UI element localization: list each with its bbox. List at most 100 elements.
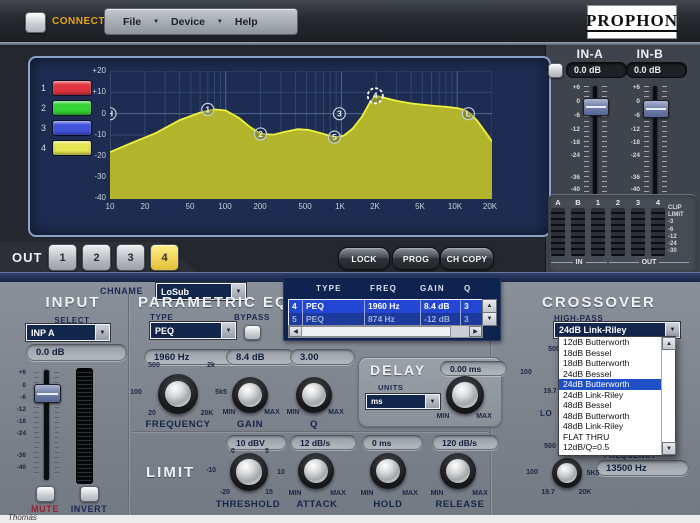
- fader-tick: -36: [2, 452, 26, 459]
- list-item[interactable]: 24dB Bessel: [559, 369, 662, 380]
- tab-out-3[interactable]: 3: [116, 244, 145, 271]
- invert-button[interactable]: [80, 486, 99, 502]
- lock-button[interactable]: LOCK: [338, 247, 390, 270]
- table-hscroll-thumb[interactable]: [301, 326, 451, 337]
- knob-scale: MAX: [326, 490, 350, 497]
- limit-threshold-knob[interactable]: [230, 453, 268, 491]
- in-a-fader-handle[interactable]: [583, 98, 609, 116]
- list-item[interactable]: 18dB Butterworth: [559, 358, 662, 369]
- connect-button[interactable]: [25, 12, 46, 33]
- list-item[interactable]: 12dB/Q=0.5: [559, 442, 662, 453]
- watermark-text: Thomas: [8, 513, 37, 522]
- table-scroll-down-icon[interactable]: ▼: [482, 312, 497, 326]
- prog-button[interactable]: PROG: [392, 247, 440, 270]
- list-item[interactable]: 48dB Butterworth: [559, 411, 662, 422]
- knob-scale: MAX: [260, 409, 284, 416]
- eq-response-plot[interactable]: H12534L: [110, 71, 492, 199]
- ch-copy-button[interactable]: CH COPY: [440, 247, 494, 270]
- in-b-label: IN-B: [620, 47, 680, 61]
- fader-tick: -40: [2, 464, 26, 471]
- chevron-down-icon[interactable]: ▼: [221, 323, 235, 338]
- input-select-value: INP A: [31, 328, 55, 338]
- eq-q-knob[interactable]: [296, 377, 332, 413]
- y-axis-tick: +20: [72, 66, 106, 75]
- tab-out-2[interactable]: 2: [82, 244, 111, 271]
- level-meter-out-2: [611, 208, 625, 256]
- svg-text:H: H: [110, 109, 113, 119]
- delay-knob[interactable]: [446, 376, 484, 414]
- list-item[interactable]: 18dB Bessel: [559, 348, 662, 359]
- fader-tick: +6: [620, 84, 640, 91]
- level-meter-out-3: [631, 208, 645, 256]
- knob-scale: MIN: [356, 490, 378, 497]
- prophon-logo-text: PROPHON: [586, 12, 678, 32]
- fader-tick: -12: [2, 406, 26, 413]
- list-item[interactable]: 48dB Bessel: [559, 400, 662, 411]
- limit-release-knob[interactable]: [440, 453, 476, 489]
- eq-gain-knob[interactable]: [232, 377, 268, 413]
- x-axis-tick: 200: [245, 202, 275, 211]
- list-item[interactable]: 24dB Link-Riley: [559, 390, 662, 401]
- list-item-selected[interactable]: 24dB Butterworth: [559, 379, 662, 390]
- knob-scale: 500: [144, 362, 164, 369]
- tab-out-4[interactable]: 4: [150, 244, 179, 271]
- eq-type-dropdown[interactable]: PEQ ▼: [150, 322, 236, 339]
- fader-tick: -24: [2, 430, 26, 437]
- chevron-down-icon[interactable]: ▼: [665, 323, 679, 337]
- fader-tick: -6: [620, 112, 640, 119]
- y-axis-tick: +10: [72, 87, 106, 96]
- list-item[interactable]: 48dB Link-Riley: [559, 421, 662, 432]
- limit-hold-knob[interactable]: [370, 453, 406, 489]
- fader-tick: -6: [2, 394, 26, 401]
- chevron-down-icon[interactable]: ▼: [425, 395, 439, 408]
- input-select-dropdown[interactable]: INP A ▼: [26, 324, 110, 341]
- x-axis-tick: 20: [130, 202, 160, 211]
- list-scroll-down-icon[interactable]: ▼: [662, 442, 676, 455]
- knob-scale: 100: [126, 389, 146, 396]
- eq-type-label: TYPE: [150, 313, 190, 322]
- chevron-down-icon[interactable]: ▼: [95, 325, 109, 340]
- tab-out-1[interactable]: 1: [48, 244, 77, 271]
- list-scroll-up-icon[interactable]: ▲: [662, 337, 676, 350]
- table-row[interactable]: 4PEQ 1960 Hz8.4 dB 3: [289, 300, 482, 313]
- eq-type-value: PEQ: [155, 326, 174, 336]
- invert-label: INVERT: [64, 504, 114, 514]
- input-fader-handle[interactable]: [34, 384, 61, 403]
- legend-channel-4: 4: [34, 143, 46, 153]
- lp-frequency-knob[interactable]: [552, 458, 582, 488]
- meter-scale: CLIPLIMIT -3-6 -12-24 -30: [668, 205, 698, 255]
- input-link-button[interactable]: [548, 63, 563, 78]
- x-axis-tick: 10: [95, 202, 125, 211]
- knob-scale: MAX: [324, 409, 348, 416]
- delay-units-dropdown[interactable]: ms ▼: [366, 394, 440, 409]
- meter-channel-label: 1: [591, 198, 605, 207]
- eq-frequency-knob[interactable]: [158, 374, 198, 414]
- fader-tick: -12: [620, 126, 640, 133]
- prophon-logo: PROPHON: [587, 5, 677, 39]
- meter-channel-label: 4: [651, 198, 665, 207]
- svg-text:1: 1: [205, 104, 210, 114]
- mute-button[interactable]: [36, 486, 55, 502]
- table-scroll-right-icon[interactable]: ▶: [469, 326, 482, 337]
- menu-device[interactable]: Device: [165, 16, 211, 28]
- list-item[interactable]: 12dB Butterworth: [559, 337, 662, 348]
- knob-scale: 5k5: [210, 389, 232, 396]
- table-hscrollbar[interactable]: ◀ ▶: [288, 325, 483, 338]
- knob-scale: 0: [226, 448, 240, 455]
- table-header-freq: FREQ: [370, 284, 412, 293]
- eq-q-label: Q: [296, 419, 332, 430]
- menu-help[interactable]: Help: [229, 16, 264, 28]
- meter-channel-label: A: [551, 198, 565, 207]
- legend-channel-3: 3: [34, 123, 46, 133]
- in-b-fader-handle[interactable]: [643, 100, 669, 118]
- meter-group-out: OUT: [609, 259, 689, 266]
- fader-tick: -18: [2, 418, 26, 425]
- svg-text:5: 5: [332, 132, 337, 142]
- limit-attack-knob[interactable]: [298, 453, 334, 489]
- knob-scale: -10: [200, 467, 222, 474]
- menu-file[interactable]: File: [117, 16, 147, 28]
- input-gain-readout: 0.0 dB: [26, 344, 127, 361]
- table-scroll-up-icon[interactable]: ▲: [482, 299, 497, 313]
- list-item[interactable]: FLAT THRU: [559, 432, 662, 443]
- bypass-button[interactable]: [244, 325, 261, 340]
